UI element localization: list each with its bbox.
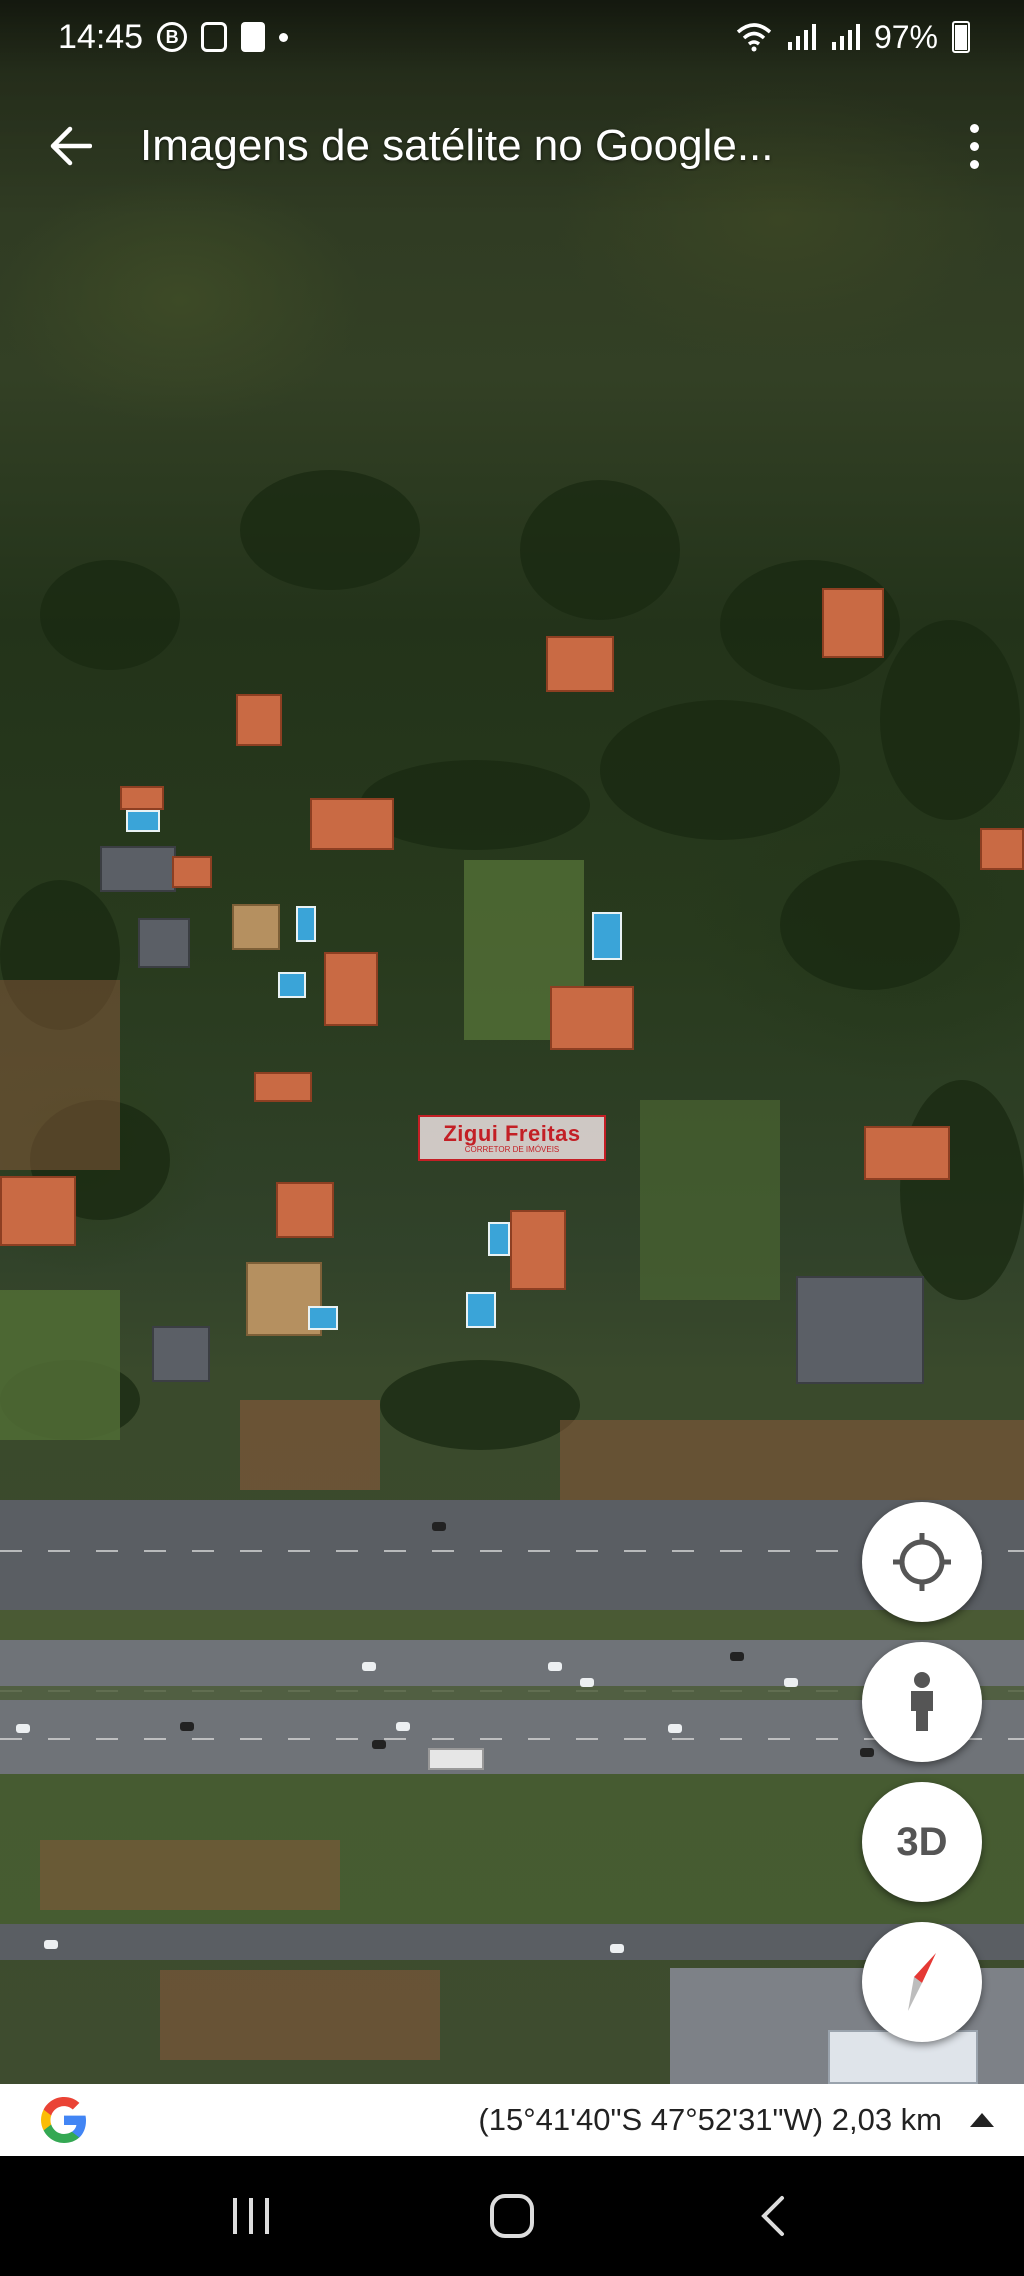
battery-icon xyxy=(952,21,970,53)
app-bar: Imagens de satélite no Google... xyxy=(0,74,1024,218)
triangle-up-icon[interactable] xyxy=(970,2113,994,2127)
crosshair-icon xyxy=(893,1533,951,1591)
battery-level: 97% xyxy=(873,18,938,55)
square-icon xyxy=(201,22,228,52)
b-circle-icon: B xyxy=(157,22,188,52)
3d-toggle-button[interactable]: 3D xyxy=(862,1782,982,1902)
status-bar: 14:45 B 97% xyxy=(0,0,1024,74)
more-options-button[interactable] xyxy=(924,74,1024,218)
street-view-button[interactable] xyxy=(862,1642,982,1762)
google-g-logo xyxy=(41,2097,86,2143)
recents-button[interactable] xyxy=(201,2166,301,2266)
status-time: 14:45 xyxy=(58,17,144,56)
system-nav-bar xyxy=(0,2156,1024,2276)
arrow-left-icon xyxy=(50,126,92,166)
3d-label: 3D xyxy=(896,1819,948,1864)
chevron-left-icon xyxy=(761,2196,785,2236)
signal-icon xyxy=(787,24,816,50)
home-button[interactable] xyxy=(462,2166,562,2266)
compass-icon xyxy=(908,1953,936,2011)
recents-icon xyxy=(232,2198,269,2234)
home-icon xyxy=(489,2194,534,2238)
page-title: Imagens de satélite no Google... xyxy=(140,121,774,170)
my-location-button[interactable] xyxy=(862,1502,982,1622)
nav-back-button[interactable] xyxy=(723,2166,823,2266)
pegman-icon xyxy=(911,1672,933,1731)
coordinates-text: (15°41'40"S 47°52'31"W) 2,03 km xyxy=(478,2102,942,2137)
dot-icon xyxy=(279,32,289,42)
signal-icon xyxy=(831,24,860,50)
watermark-subtext: CORRETOR DE IMÓVEIS xyxy=(464,1144,560,1154)
back-button[interactable] xyxy=(0,74,140,218)
more-vert-icon xyxy=(969,123,979,133)
compass-button[interactable] xyxy=(862,1922,982,2042)
document-icon xyxy=(241,22,266,52)
coordinates-bar[interactable]: (15°41'40"S 47°52'31"W) 2,03 km xyxy=(0,2084,1024,2156)
wifi-icon xyxy=(736,23,772,52)
watermark-text: Zigui Freitas xyxy=(443,1120,581,1146)
satellite-map[interactable]: Zigui Freitas CORRETOR DE IMÓVEIS xyxy=(0,0,1024,2084)
watermark-logo: Zigui Freitas CORRETOR DE IMÓVEIS xyxy=(418,1115,606,1161)
